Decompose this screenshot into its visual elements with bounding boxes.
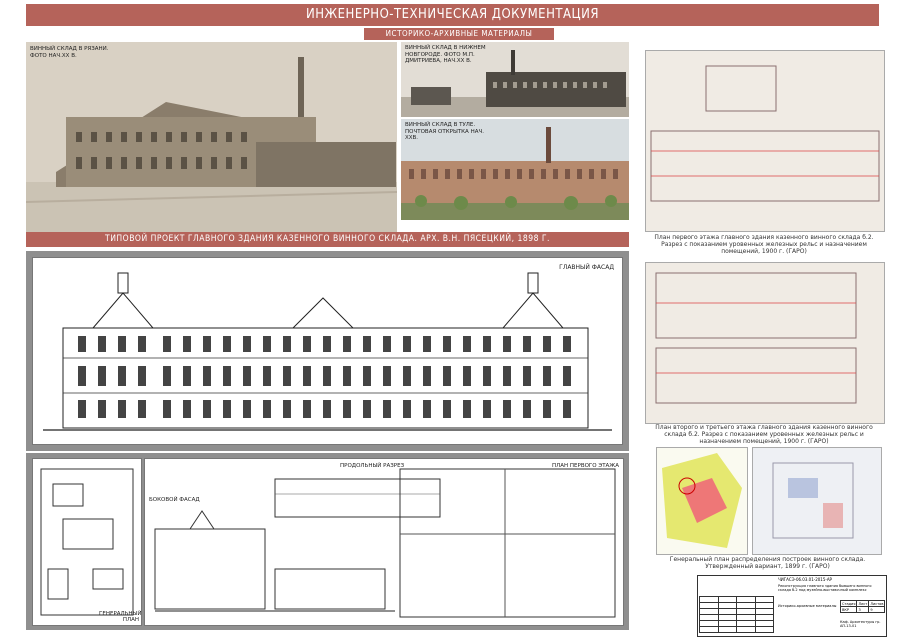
caption-nizhny-novgorod: ВИННЫЙ СКЛАД В НИЖНЕМ НОВГОРОДЕ. ФОТО М.… <box>405 45 486 64</box>
page-title: ИНЖЕНЕРНО-ТЕХНИЧЕСКАЯ ДОКУМЕНТАЦИЯ <box>306 7 599 22</box>
label-main-facade: ГЛАВНЫЙ ФАСАД <box>559 264 614 271</box>
main-facade-panel: ГЛАВНЫЙ ФАСАД <box>26 251 629 451</box>
header-banner: ИНЖЕНЕРНО-ТЕХНИЧЕСКАЯ ДОКУМЕНТАЦИЯ <box>26 4 879 26</box>
archive-caption-genplan: Генеральный план распределения построек … <box>669 556 866 570</box>
archive-plan-2 <box>645 262 885 424</box>
section-banner: ИСТОРИКО-АРХИВНЫЕ МАТЕРИАЛЫ <box>364 28 554 40</box>
project-title: ТИПОВОЙ ПРОЕКТ ГЛАВНОГО ЗДАНИЯ КАЗЕННОГО… <box>105 234 550 244</box>
stamp-sheet: 3 <box>856 606 870 613</box>
section-and-side-drawing: ПРОДОЛЬНЫЙ РАЗРЕЗ ПЛАН ПЕРВОГО ЭТАЖА БОК… <box>144 458 624 626</box>
stamp-org: Каф. Архитектуры гр. АП-13-01 <box>840 620 881 628</box>
photo-ryazan: ВИННЫЙ СКЛАД В РЯЗАНИ. ФОТО НАЧ.XX В. <box>26 42 397 232</box>
genplan-map-illustration <box>657 448 747 554</box>
archive-caption-2: План второго и третьего этажа главного з… <box>655 424 873 445</box>
stamp-stage-table: Стадия Лист Листов ВКР 3 9 <box>839 600 886 613</box>
stamp-sheets: 9 <box>868 606 886 613</box>
main-facade-drawing: ГЛАВНЫЙ ФАСАД <box>32 257 623 445</box>
stamp-stage: ВКР <box>839 606 858 613</box>
lower-drawings-panel: ГЕНЕРАЛЬНЫЙ ПЛАН ПРОДОЛЬНЫЙ РАЗРЕЗ ПЛАН … <box>26 453 629 630</box>
label-general-plan: ГЕНЕРАЛЬНЫЙ ПЛАН <box>99 611 142 623</box>
stamp-signature-table <box>699 596 774 633</box>
label-side-facade: БОКОВОЙ ФАСАД <box>149 497 200 503</box>
archive-plan-2-illustration <box>646 263 884 423</box>
archive-plan-1-illustration <box>646 51 884 231</box>
project-title-strip: ТИПОВОЙ ПРОЕКТ ГЛАВНОГО ЗДАНИЯ КАЗЕННОГО… <box>26 232 629 247</box>
label-first-floor: ПЛАН ПЕРВОГО ЭТАЖА <box>551 463 619 469</box>
section-title: ИСТОРИКО-АРХИВНЫЕ МАТЕРИАЛЫ <box>385 29 533 38</box>
main-facade-illustration <box>43 272 612 431</box>
label-section: ПРОДОЛЬНЫЙ РАЗРЕЗ <box>340 463 405 469</box>
photo-nizhny-novgorod: ВИННЫЙ СКЛАД В НИЖНЕМ НОВГОРОДЕ. ФОТО М.… <box>401 42 629 117</box>
general-plan-drawing: ГЕНЕРАЛЬНЫЙ ПЛАН <box>32 458 142 626</box>
caption-tula: ВИННЫЙ СКЛАД В ТУЛЕ. ПОЧТОВАЯ ОТКРЫТКА Н… <box>405 122 484 141</box>
archive-plan-1 <box>645 50 885 232</box>
caption-ryazan: ВИННЫЙ СКЛАД В РЯЗАНИ. ФОТО НАЧ.XX В. <box>30 46 109 59</box>
archive-caption-1: План первого этажа главного здания казен… <box>654 234 874 255</box>
stamp-desc: Реконструкция главного здания бывшего ви… <box>778 584 872 592</box>
archive-genplan-drawing <box>752 447 882 555</box>
section-side-illustration <box>154 468 616 618</box>
genplan-drawing-illustration <box>753 448 881 554</box>
archive-genplan-map <box>656 447 748 555</box>
photo-tula: ВИННЫЙ СКЛАД В ТУЛЕ. ПОЧТОВАЯ ОТКРЫТКА Н… <box>401 119 629 220</box>
stamp-sheet-title: Историко-архивные материалы <box>778 604 837 608</box>
ryazan-building-illustration <box>26 42 397 232</box>
general-plan-illustration <box>40 468 134 616</box>
stamp-code: ЧИГАСЭ-06.03.01-2015-АР <box>778 577 832 582</box>
title-block: ЧИГАСЭ-06.03.01-2015-АР Реконструкция гл… <box>697 575 887 637</box>
